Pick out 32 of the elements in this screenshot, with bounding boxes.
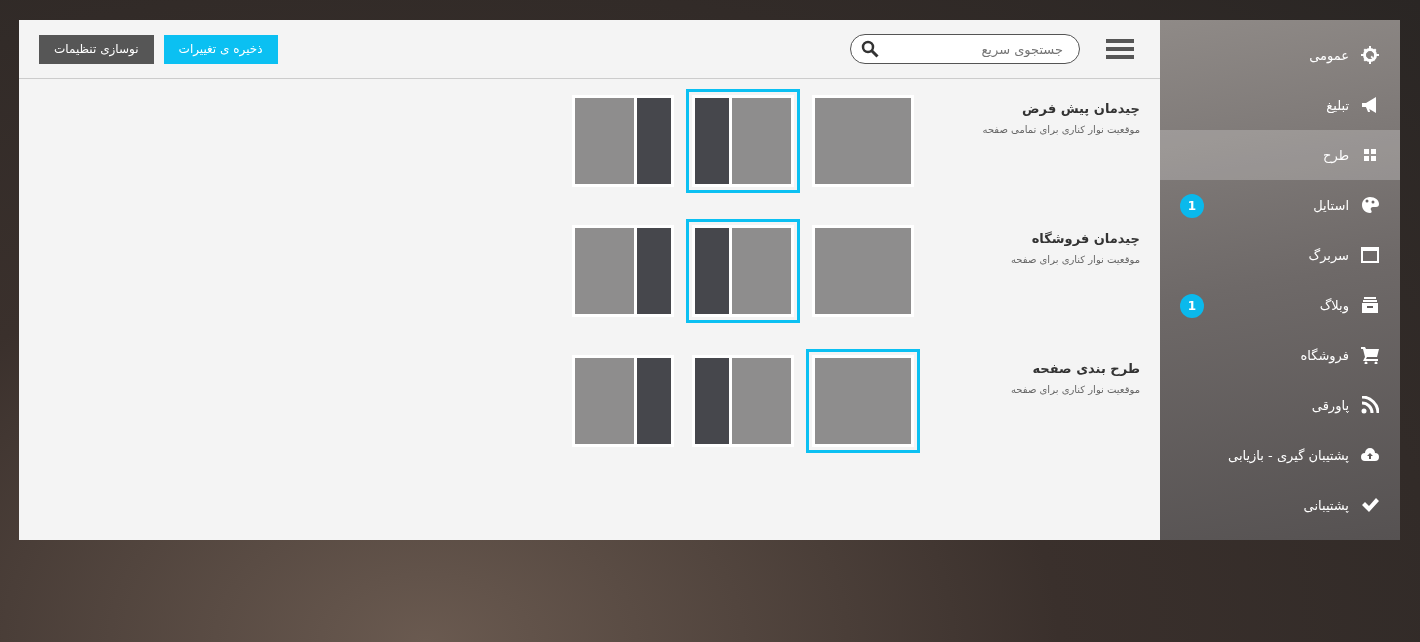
search-icon	[861, 40, 879, 58]
grid-icon	[1361, 146, 1379, 164]
archive-icon	[1361, 296, 1379, 314]
layout-option[interactable]	[686, 89, 800, 193]
section-title: چیدمان پیش فرض	[1021, 101, 1140, 116]
sidebar-item[interactable]: سربرگ	[1160, 230, 1400, 280]
gear-icon	[1361, 46, 1379, 64]
section-title: طرح بندی صفحه	[1031, 361, 1140, 376]
section-description: موقعیت نوار کناری برای صفحه	[1010, 254, 1140, 265]
sidebar-item[interactable]: پشتیبان گیری - بازیابی	[1160, 430, 1400, 480]
sidebar-item[interactable]: عمومی	[1160, 30, 1400, 80]
sidebar-item[interactable]: فروشگاه	[1160, 330, 1400, 380]
cloud-upload-icon	[1361, 446, 1379, 464]
sidebar-item[interactable]: پاورقی	[1160, 380, 1400, 430]
count-badge: 1	[1180, 194, 1204, 218]
sidebar-item[interactable]: تبلیغ	[1160, 80, 1400, 130]
rss-icon	[1361, 396, 1379, 414]
window-icon	[1361, 246, 1379, 264]
menu-icon	[1106, 38, 1134, 60]
sidebar-item[interactable]: طرح	[1160, 130, 1400, 180]
layout-option[interactable]	[686, 219, 800, 323]
palette-icon	[1361, 196, 1379, 214]
reset-button[interactable]: نوسازی تنظیمات	[39, 34, 154, 64]
count-badge: 1	[1180, 294, 1204, 318]
sidebar-item[interactable]: پشتیبانی	[1160, 480, 1400, 530]
section-title: چیدمان فروشگاه	[1030, 231, 1140, 246]
megaphone-icon	[1361, 96, 1379, 114]
search-field[interactable]: جستجوی سریع	[850, 34, 1080, 64]
section-description: موقعیت نوار کناری برای تمامی صفحه	[981, 124, 1140, 135]
check-icon	[1361, 496, 1379, 514]
section-description: موقعیت نوار کناری برای صفحه	[1010, 384, 1140, 395]
cart-icon	[1361, 346, 1379, 364]
